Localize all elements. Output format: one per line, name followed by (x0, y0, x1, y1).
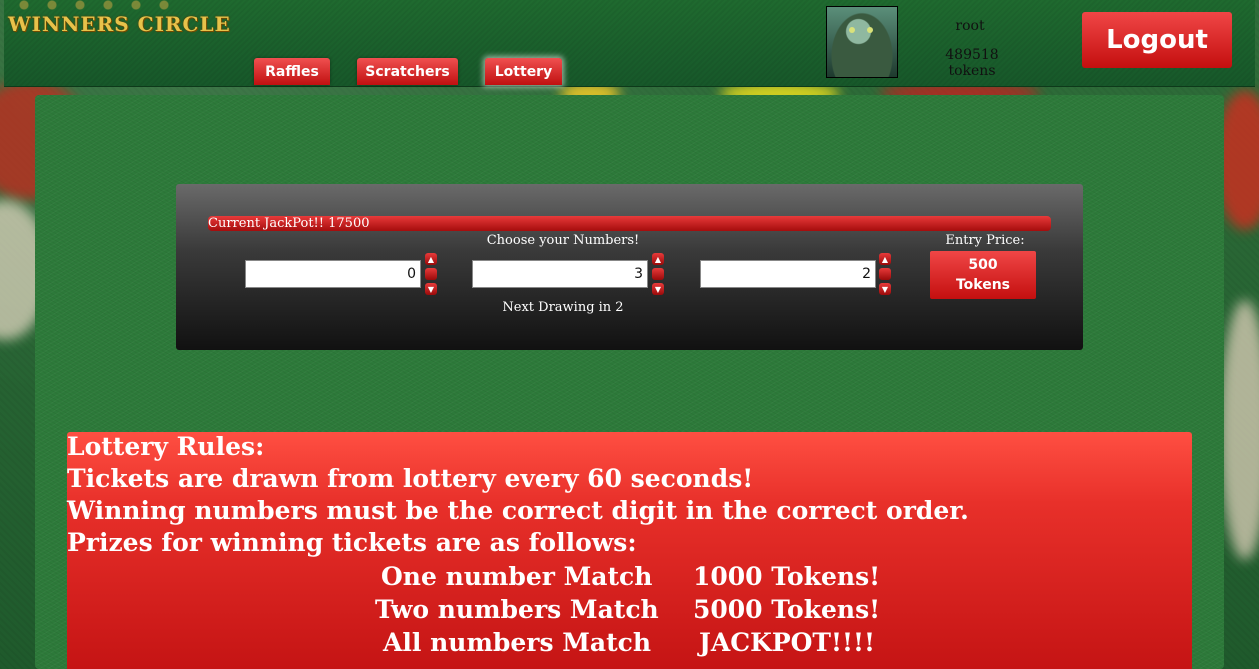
chevron-mid-icon[interactable] (652, 268, 664, 280)
buy-ticket-button[interactable]: 500 Tokens (930, 251, 1036, 299)
entry-price-label: Entry Price: (945, 233, 1025, 248)
entry-amount: 500 (968, 257, 998, 273)
prize-match: Two numbers Match (375, 595, 659, 624)
next-drawing-text: Next Drawing in 2 (502, 300, 624, 315)
chevron-down-icon[interactable]: ▼ (879, 283, 891, 295)
prize-match: One number Match (381, 562, 653, 591)
jackpot-text: Current JackPot!! 17500 (208, 216, 370, 231)
chevron-up-icon[interactable]: ▲ (425, 253, 437, 265)
chevron-mid-icon[interactable] (425, 268, 437, 280)
rules-line: Tickets are drawn from lottery every 60 … (67, 464, 754, 493)
logo-decoration (14, 0, 184, 10)
avatar-eye (849, 27, 855, 33)
tab-scratchers[interactable]: Scratchers (357, 58, 458, 85)
number-input-3[interactable] (700, 260, 876, 288)
site-logo[interactable]: WINNERS CIRCLE (8, 12, 231, 36)
number-input-1[interactable] (245, 260, 421, 288)
logout-button[interactable]: Logout (1082, 12, 1232, 68)
username: root (955, 18, 985, 34)
entry-unit: Tokens (955, 277, 1011, 293)
chevron-up-icon[interactable]: ▲ (879, 253, 891, 265)
avatar[interactable] (826, 6, 898, 78)
choose-numbers-label: Choose your Numbers! (486, 233, 640, 248)
chevron-down-icon[interactable]: ▼ (425, 283, 437, 295)
prize-match: All numbers Match (383, 628, 652, 657)
prize-amount: JACKPOT!!!! (699, 628, 875, 657)
chevron-down-icon[interactable]: ▼ (652, 283, 664, 295)
prize-amount: 1000 Tokens! (693, 562, 881, 591)
prize-amount: 5000 Tokens! (693, 595, 881, 624)
chevron-up-icon[interactable]: ▲ (652, 253, 664, 265)
rules-title: Lottery Rules: (67, 432, 265, 461)
rules-line: Prizes for winning tickets are as follow… (67, 528, 637, 557)
rules-line: Winning numbers must be the correct digi… (67, 496, 969, 525)
number-input-2[interactable] (472, 260, 648, 288)
tab-lottery[interactable]: Lottery (485, 58, 562, 85)
avatar-eye (867, 27, 873, 33)
lottery-rules-box: Lottery Rules: Tickets are drawn from lo… (67, 432, 1192, 669)
chevron-mid-icon[interactable] (879, 268, 891, 280)
tab-raffles[interactable]: Raffles (254, 58, 330, 85)
top-header: WINNERS CIRCLE (4, 0, 1255, 87)
token-balance: 489518 tokens (945, 47, 999, 79)
